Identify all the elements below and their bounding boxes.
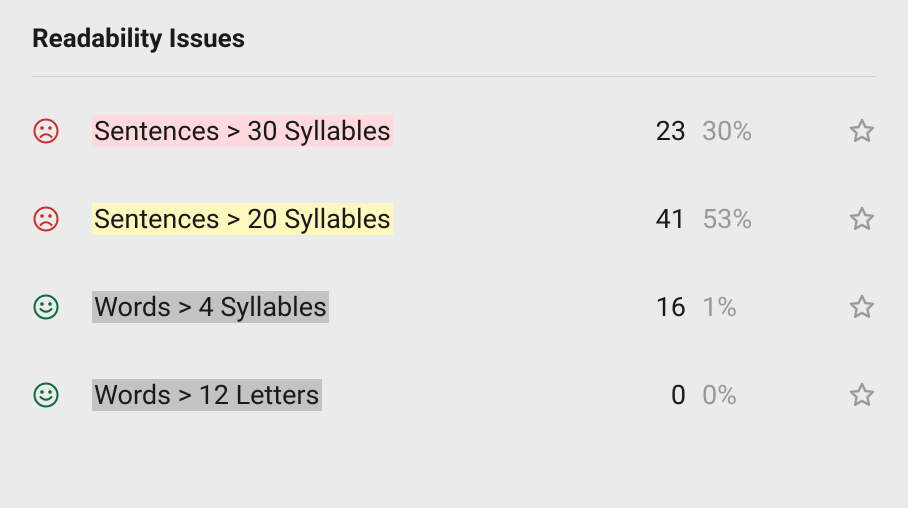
issue-percent: 30% bbox=[686, 115, 776, 147]
issue-percent: 53% bbox=[686, 203, 776, 235]
issue-count: 0 bbox=[626, 379, 686, 411]
issue-row: Words > 12 Letters 0 0% bbox=[32, 351, 876, 439]
divider bbox=[32, 76, 876, 77]
issue-count: 23 bbox=[626, 115, 686, 147]
star-icon[interactable] bbox=[848, 117, 876, 145]
happy-face-icon bbox=[32, 381, 60, 409]
issue-label[interactable]: Sentences > 30 Syllables bbox=[92, 115, 393, 147]
issue-percent: 0% bbox=[686, 379, 776, 411]
issue-count: 41 bbox=[626, 203, 686, 235]
star-icon[interactable] bbox=[848, 293, 876, 321]
star-icon[interactable] bbox=[848, 381, 876, 409]
issue-row: Sentences > 20 Syllables 41 53% bbox=[32, 175, 876, 263]
panel-title: Readability Issues bbox=[32, 24, 876, 54]
issue-label[interactable]: Sentences > 20 Syllables bbox=[92, 203, 393, 235]
sad-face-icon bbox=[32, 205, 60, 233]
happy-face-icon bbox=[32, 293, 60, 321]
issue-label[interactable]: Words > 4 Syllables bbox=[92, 291, 329, 323]
issue-row: Sentences > 30 Syllables 23 30% bbox=[32, 87, 876, 175]
issue-count: 16 bbox=[626, 291, 686, 323]
issue-row: Words > 4 Syllables 16 1% bbox=[32, 263, 876, 351]
sad-face-icon bbox=[32, 117, 60, 145]
issue-percent: 1% bbox=[686, 291, 776, 323]
star-icon[interactable] bbox=[848, 205, 876, 233]
issue-label[interactable]: Words > 12 Letters bbox=[92, 379, 322, 411]
